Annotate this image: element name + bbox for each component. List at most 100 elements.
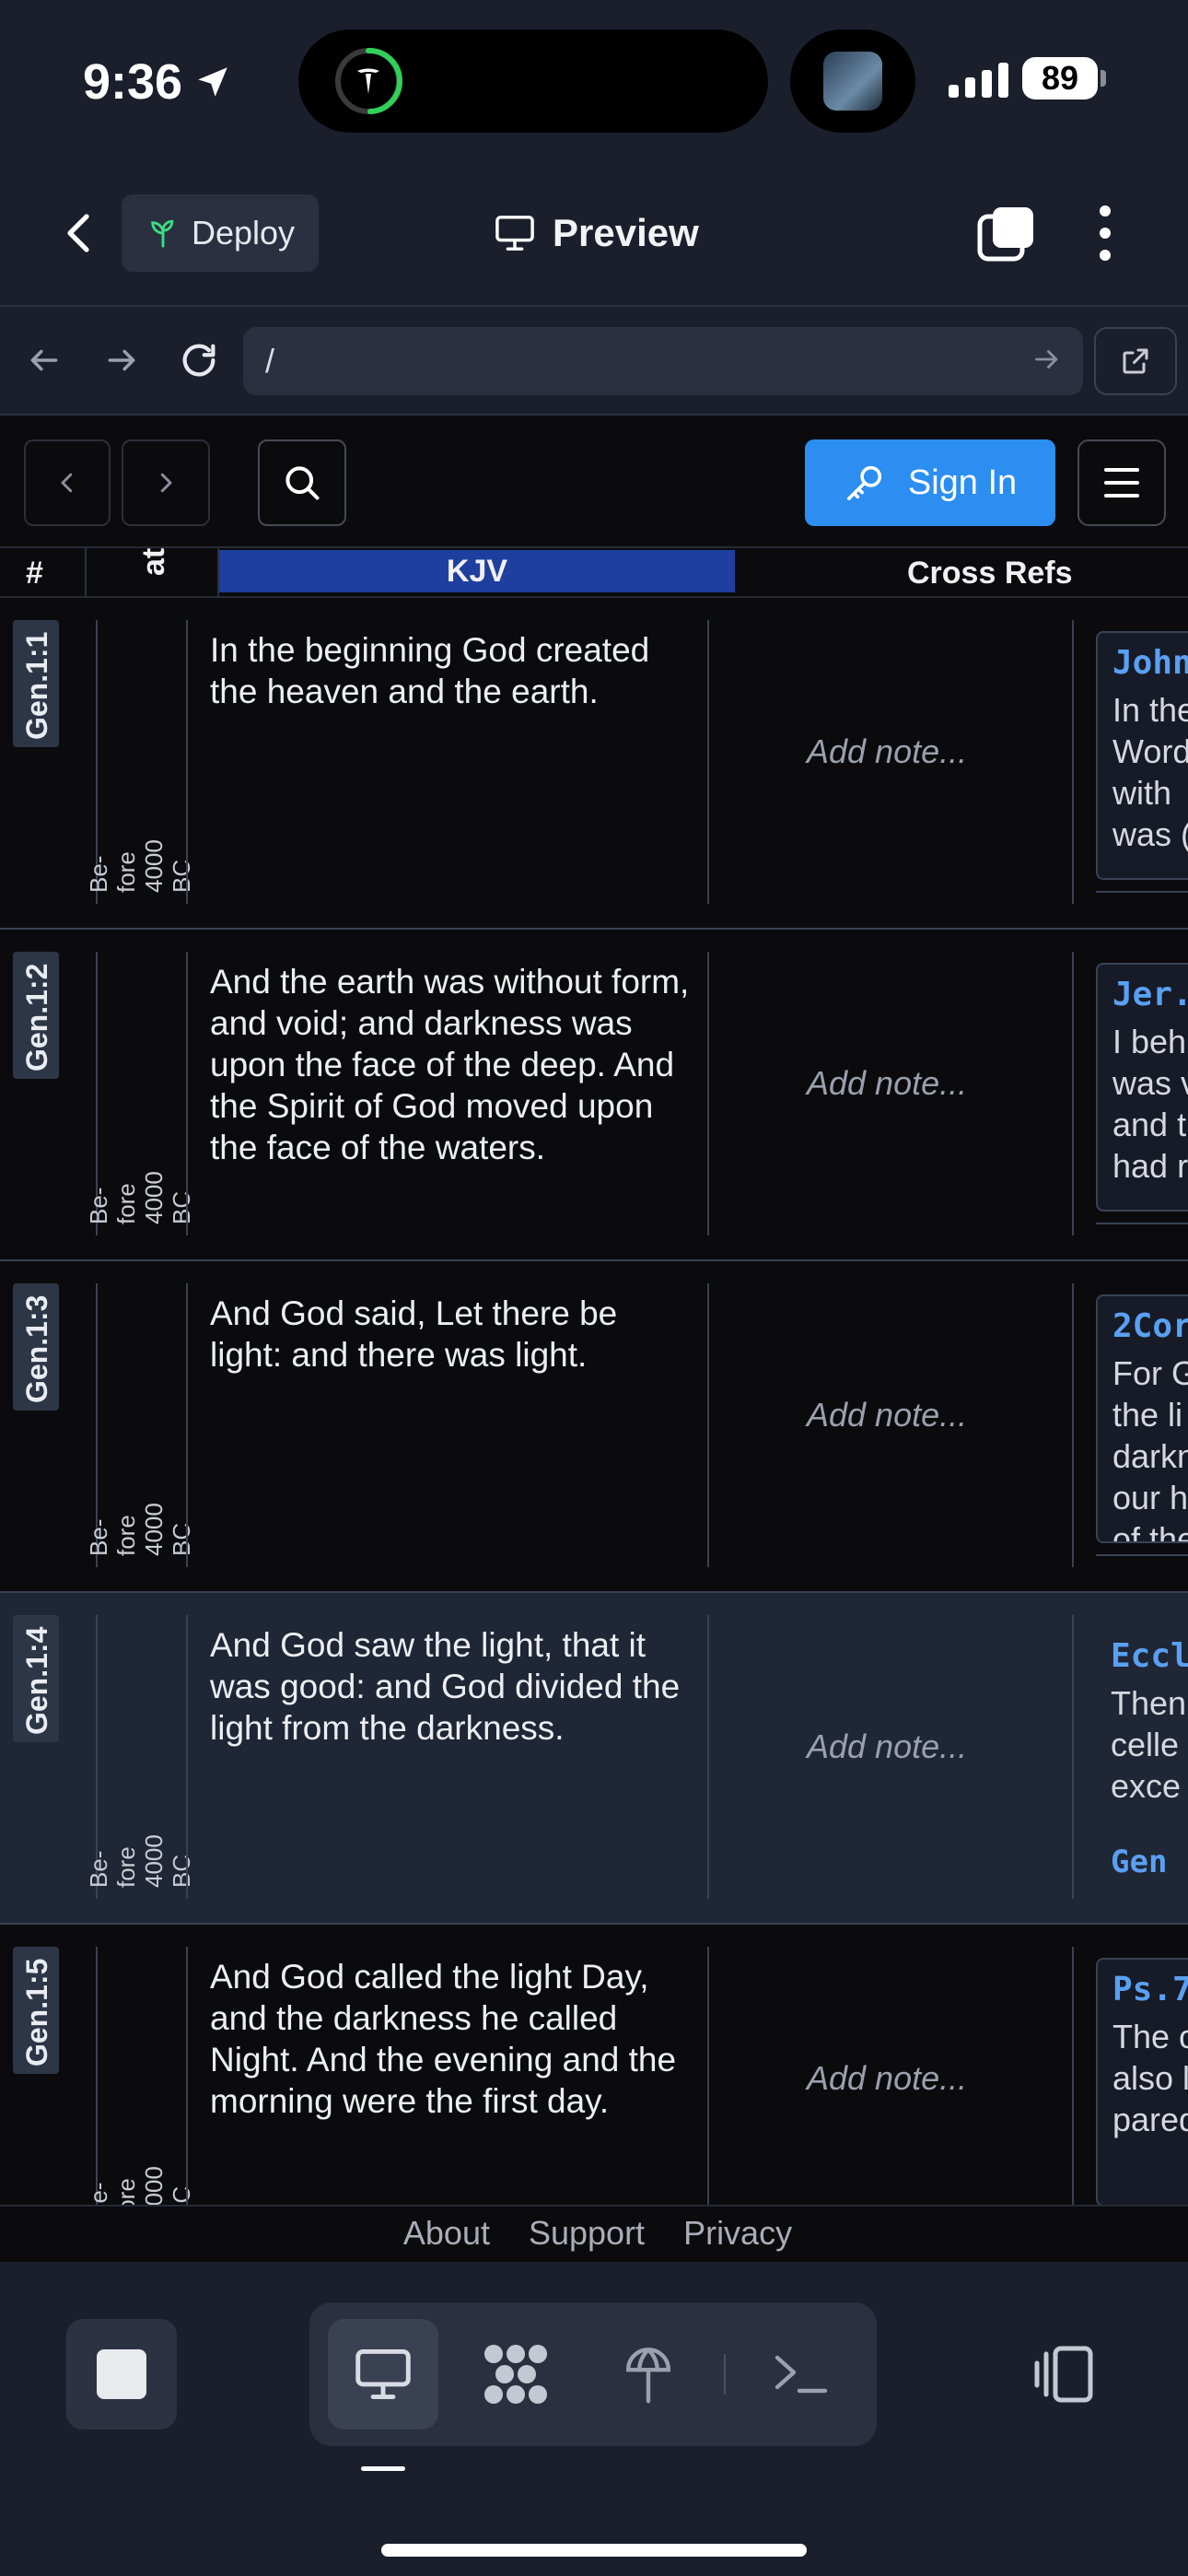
- browser-bar: /: [0, 307, 1188, 416]
- cross-ref-card[interactable]: Jer. I beh was v and t had r: [1096, 963, 1188, 1212]
- cell-divider: [1072, 952, 1074, 1235]
- go-arrow-icon[interactable]: [1031, 344, 1063, 375]
- table-row[interactable]: Gen.1:1 Be-fore 4000 BC In the beginning G…: [0, 598, 1188, 930]
- verse-text: And God called the light Day, and the da…: [210, 1958, 677, 2120]
- prev-button[interactable]: [24, 439, 111, 526]
- add-note-field[interactable]: Add note...: [807, 1727, 967, 1766]
- table-row[interactable]: Gen.1:2 Be-fore 4000 BC And the earth was …: [0, 930, 1188, 1261]
- dock-tab-group: [309, 2302, 877, 2446]
- verse-ref: Gen.1:5: [20, 1958, 53, 2067]
- cell-divider: [707, 952, 709, 1235]
- verse-table: Gen.1:1 Be-fore 4000 BC In the beginning G…: [0, 598, 1188, 2256]
- date-line: fore: [112, 1846, 140, 1888]
- panel-icon[interactable]: [1028, 2336, 1105, 2413]
- cross-ref-link[interactable]: Jer.: [1112, 976, 1188, 1013]
- deploy-button[interactable]: Deploy: [122, 194, 319, 272]
- tabs-icon[interactable]: [976, 204, 1037, 264]
- terminal-icon: [775, 2355, 828, 2394]
- verse-text: And God said, Let there be light: and th…: [210, 1294, 618, 1374]
- cross-ref-link[interactable]: John: [1112, 644, 1188, 682]
- footer-link-about[interactable]: About: [403, 2207, 490, 2262]
- stop-button[interactable]: [66, 2319, 177, 2430]
- verse-ref-tag[interactable]: Gen.1:5: [13, 1947, 59, 2074]
- date-line: Be-: [85, 1518, 112, 1556]
- monitor-icon: [495, 216, 534, 251]
- footer-link-support[interactable]: Support: [529, 2207, 645, 2262]
- cell-divider: [186, 1283, 188, 1567]
- cross-ref-card[interactable]: Eccl Then celle exce Gen: [1096, 1626, 1188, 1875]
- verse-ref-tag[interactable]: Gen.1:3: [13, 1283, 59, 1411]
- app-thumbnail: [823, 52, 882, 111]
- status-time-text: 9:36: [83, 54, 183, 110]
- col-xrefs-header: Cross Refs: [907, 556, 1073, 591]
- date-line: Be-: [85, 1850, 112, 1888]
- date-line: BC: [168, 859, 195, 893]
- cross-ref-link[interactable]: Ps.7: [1112, 1971, 1188, 2008]
- verse-ref: Gen.1:2: [20, 963, 53, 1071]
- cell-divider: [1072, 1615, 1074, 1899]
- cross-ref-link[interactable]: Gen: [1111, 1844, 1188, 1875]
- app-header: Deploy Preview: [0, 161, 1188, 307]
- verse-ref-tag[interactable]: Gen.1:4: [13, 1615, 59, 1742]
- verse-text: In the beginning God created the heaven …: [210, 631, 650, 710]
- verse-text: And God saw the light, that it was good:…: [210, 1626, 681, 1747]
- cell-divider: [707, 1283, 709, 1567]
- browser-back-button[interactable]: [18, 334, 70, 386]
- back-button[interactable]: [52, 205, 107, 261]
- cross-ref-card[interactable]: John In the Word with was (: [1096, 631, 1188, 880]
- hamburger-icon[interactable]: [1077, 439, 1166, 526]
- url-input[interactable]: /: [243, 327, 1083, 395]
- cross-ref-divider: [1096, 1554, 1188, 1556]
- add-note-field[interactable]: Add note...: [807, 732, 967, 771]
- tesla-icon: [335, 47, 402, 114]
- footer-link-privacy[interactable]: Privacy: [683, 2207, 792, 2262]
- date-line: 4000: [140, 1503, 168, 1556]
- date-line: fore: [112, 1515, 140, 1556]
- cell-divider: [186, 952, 188, 1235]
- date-line: fore: [112, 851, 140, 893]
- date-line: 4000: [140, 839, 168, 893]
- url-text: /: [265, 342, 275, 380]
- cell-divider: [1072, 1947, 1074, 2231]
- add-note-field[interactable]: Add note...: [807, 1064, 967, 1103]
- preview-title: Preview: [494, 198, 699, 268]
- search-button[interactable]: [258, 439, 346, 526]
- date-line: 4000: [140, 1834, 168, 1888]
- table-row[interactable]: Gen.1:3 Be-fore 4000 BC And God said, Let …: [0, 1261, 1188, 1593]
- dock-preview-tab[interactable]: [328, 2319, 438, 2430]
- verse-ref: Gen.1:3: [20, 1294, 53, 1403]
- page-footer: About Support Privacy: [0, 2205, 1188, 2262]
- cross-ref-text: I beh was v and t had r: [1112, 1023, 1188, 1185]
- chevron-right-icon: [160, 473, 172, 493]
- cell-divider: [707, 1947, 709, 2231]
- cross-ref-card[interactable]: 2Cor For G the li darkn our h of the: [1096, 1294, 1188, 1543]
- col-kjv-header[interactable]: KJV: [219, 550, 735, 592]
- date-line: BC: [168, 1190, 195, 1224]
- verse-ref: Gen.1:4: [20, 1626, 53, 1735]
- bottom-dock: [0, 2262, 1188, 2576]
- add-note-field[interactable]: Add note...: [807, 2059, 967, 2098]
- cell-divider: [186, 620, 188, 904]
- dock-apps-tab[interactable]: [460, 2319, 571, 2430]
- add-note-field[interactable]: Add note...: [807, 1396, 967, 1434]
- column-header: # ate KJV Cross Refs: [0, 548, 1188, 598]
- table-row[interactable]: Gen.1:4 Be-fore 4000 BC And God saw the li…: [0, 1593, 1188, 1925]
- dock-deploy-tab[interactable]: [593, 2319, 704, 2430]
- verse-ref-tag[interactable]: Gen.1:2: [13, 952, 59, 1079]
- cross-ref-text: Then celle exce: [1111, 1684, 1187, 1805]
- next-button[interactable]: [122, 439, 210, 526]
- cross-ref-card[interactable]: Ps.7 The c also l pared: [1096, 1958, 1188, 2207]
- reload-button[interactable]: [173, 334, 225, 386]
- col-date-header: ate: [136, 548, 171, 576]
- preview-label: Preview: [553, 211, 699, 254]
- dock-shell-tab[interactable]: [746, 2319, 856, 2430]
- date-line: Be-: [85, 855, 112, 893]
- cross-ref-link[interactable]: 2Cor: [1112, 1307, 1188, 1345]
- cross-ref-link[interactable]: Eccl: [1111, 1637, 1188, 1675]
- sign-in-button[interactable]: Sign In: [805, 439, 1055, 526]
- more-vertical-icon[interactable]: [1085, 200, 1125, 266]
- browser-forward-button[interactable]: [96, 334, 147, 386]
- verse-ref-tag[interactable]: Gen.1:1: [13, 620, 59, 747]
- arrow-right-icon: [108, 349, 135, 371]
- open-external-button[interactable]: [1094, 327, 1177, 395]
